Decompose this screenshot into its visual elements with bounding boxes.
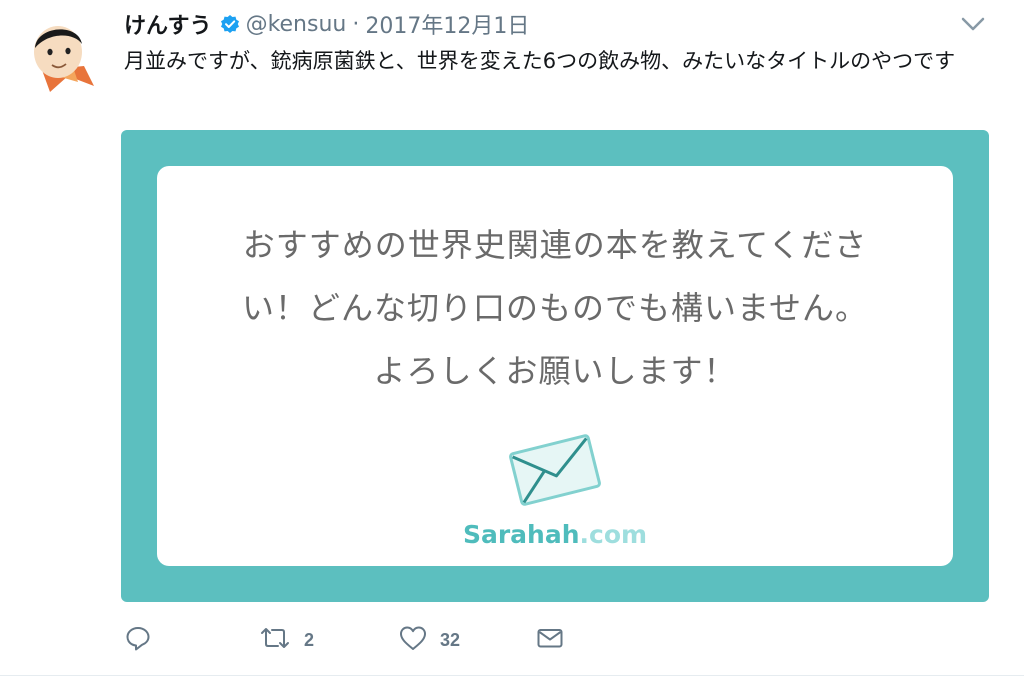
verified-badge-icon bbox=[220, 14, 240, 34]
tweet-date[interactable]: 2017年12月1日 bbox=[365, 8, 529, 40]
reply-icon bbox=[124, 624, 152, 657]
author-handle[interactable]: @kensuu bbox=[246, 12, 347, 37]
avatar[interactable] bbox=[28, 18, 98, 94]
question-text: おすすめの世界史関連の本を教えてくださ い！どんな切り口のものでも構いません。 … bbox=[197, 214, 913, 403]
envelope-icon bbox=[535, 624, 565, 657]
divider bbox=[0, 675, 1024, 676]
question-line: よろしくお願いします！ bbox=[373, 352, 737, 390]
media-card[interactable]: おすすめの世界史関連の本を教えてくださ い！どんな切り口のものでも構いません。 … bbox=[121, 130, 989, 602]
avatar-illustration bbox=[34, 26, 94, 92]
heart-icon bbox=[398, 624, 428, 657]
brand-tld: .com bbox=[579, 520, 648, 549]
chevron-down-icon[interactable] bbox=[960, 14, 986, 34]
retweet-icon bbox=[258, 624, 292, 657]
tweet-header: けんすう @kensuu · 2017年12月1日 bbox=[124, 8, 529, 40]
question-line: おすすめの世界史関連の本を教えてくださ bbox=[242, 226, 868, 264]
question-line: い！どんな切り口のものでも構いません。 bbox=[241, 289, 869, 327]
retweet-button[interactable]: 2 bbox=[258, 623, 314, 657]
like-button[interactable]: 32 bbox=[398, 623, 460, 657]
envelope-logo-icon bbox=[505, 432, 605, 508]
separator-dot: · bbox=[352, 11, 360, 37]
sarahah-brand: Sarahah.com bbox=[397, 520, 713, 549]
brand-name: Sarahah bbox=[462, 520, 580, 549]
reply-button[interactable] bbox=[124, 623, 152, 657]
retweet-count: 2 bbox=[304, 629, 315, 650]
direct-message-button[interactable] bbox=[535, 623, 565, 657]
author-name[interactable]: けんすう bbox=[124, 8, 212, 40]
like-count: 32 bbox=[440, 629, 461, 650]
tweet-text: 月並みですが、銃病原菌鉄と、世界を変えた6つの飲み物、みたいなタイトルのやつです bbox=[124, 49, 956, 73]
message-card: おすすめの世界史関連の本を教えてくださ い！どんな切り口のものでも構いません。 … bbox=[157, 166, 953, 566]
